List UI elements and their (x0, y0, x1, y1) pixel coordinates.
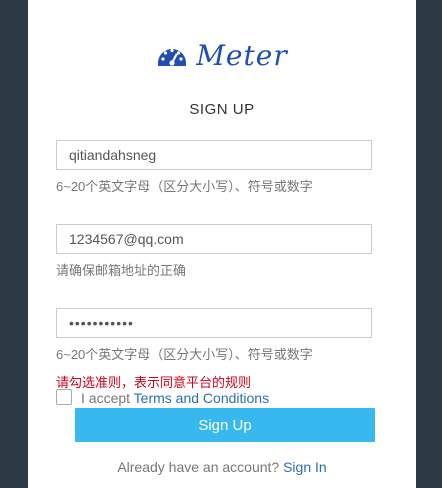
speedometer-icon (158, 48, 187, 66)
terms-error-message: 请勾选准则，表示同意平台的规则 (56, 375, 252, 390)
username-input[interactable] (56, 140, 372, 170)
terms-label: I accept Terms and Conditions (81, 390, 269, 406)
username-hint: 6~20个英文字母（区分大小写）、符号或数字 (56, 179, 313, 194)
signin-link[interactable]: Sign In (283, 459, 327, 475)
password-input[interactable]: ••••••••••• (56, 308, 372, 338)
page-title: SIGN UP (189, 101, 255, 118)
brand-logo: Meter (28, 38, 416, 72)
signin-prompt: Already have an account? Sign In (28, 459, 416, 475)
email-hint: 请确保邮箱地址的正确 (56, 263, 187, 278)
signup-button[interactable]: Sign Up (75, 408, 375, 442)
brand-name: Meter (196, 38, 288, 72)
terms-checkbox[interactable] (56, 389, 72, 405)
have-account-text: Already have an account? (117, 459, 280, 475)
signup-card: Meter SIGN UP 6~20个英文字母（区分大小写）、符号或数字 请确保… (28, 0, 416, 488)
password-hint: 6~20个英文字母（区分大小写）、符号或数字 (56, 347, 313, 362)
accept-prefix: I accept (81, 390, 131, 406)
email-input[interactable] (56, 224, 372, 254)
terms-link[interactable]: Terms and Conditions (134, 390, 269, 406)
